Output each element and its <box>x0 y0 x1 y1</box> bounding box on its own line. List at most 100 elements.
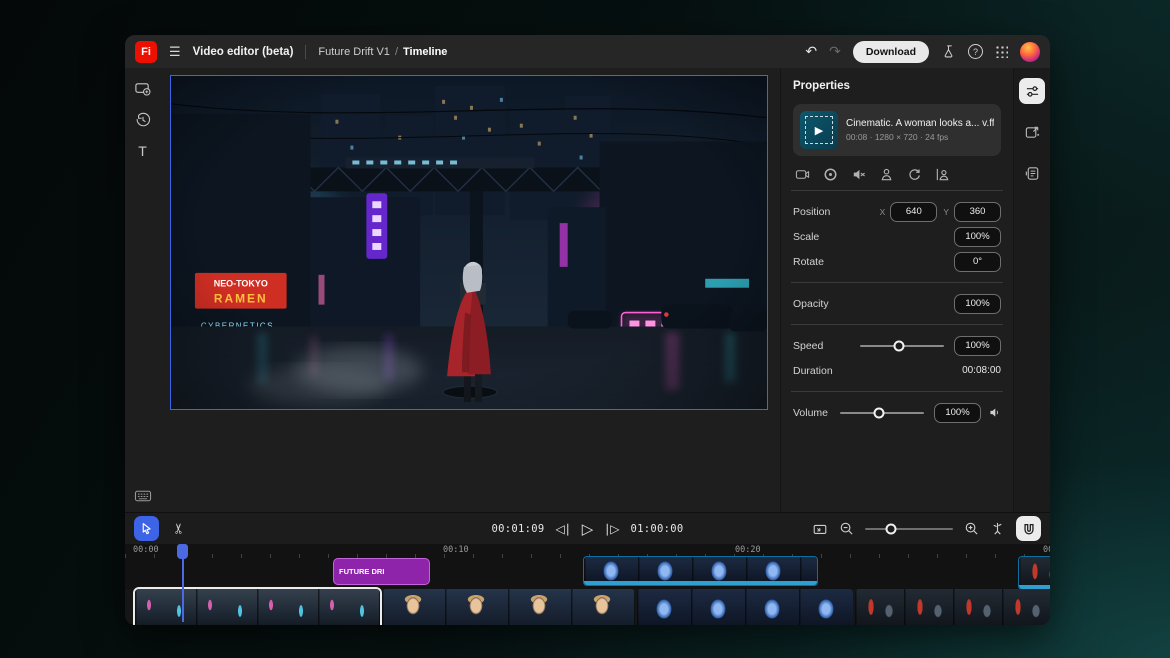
zoom-in-icon[interactable] <box>964 521 979 536</box>
export-frame-button[interactable] <box>1019 119 1045 145</box>
divider <box>791 282 1003 283</box>
video-clip-1[interactable] <box>135 589 380 625</box>
left-toolbar: T <box>125 68 160 512</box>
position-label: Position <box>793 206 874 218</box>
volume-input[interactable] <box>934 403 981 423</box>
overlay-clip-audio-bar <box>584 581 817 585</box>
account-avatar[interactable] <box>1020 42 1040 62</box>
clip-thumbnail: ▶ <box>800 111 838 149</box>
skip-forward-button[interactable]: ∣▷ <box>604 522 619 536</box>
firefly-logo[interactable]: Fi <box>135 41 157 63</box>
breadcrumb-view: Timeline <box>403 46 447 58</box>
clip-name: Cinematic. A woman looks a... v.ffgenvid <box>846 118 994 129</box>
position-row: Position X Y <box>793 199 1001 224</box>
beta-flask-icon[interactable] <box>941 44 956 59</box>
timeline-toolbar: ✂ 00:01:09 ◁∣ ▷ ∣▷ 01:00:00 <box>125 512 1050 544</box>
help-icon[interactable]: ? <box>968 44 983 59</box>
top-bar: Fi ☰ Video editor (beta) Future Drift V1… <box>125 35 1050 68</box>
speed-input[interactable] <box>954 336 1001 356</box>
split-scissors-icon[interactable]: ✂ <box>170 523 187 535</box>
rotate-row: Rotate <box>793 249 1001 274</box>
hamburger-menu-icon[interactable]: ☰ <box>169 44 181 60</box>
person-duration-icon[interactable] <box>879 167 894 182</box>
speed-row: Speed <box>793 333 1001 358</box>
ruler-label: 00:30 <box>1043 545 1050 555</box>
rotate-label: Rotate <box>793 256 954 268</box>
position-y-input[interactable] <box>954 202 1001 222</box>
redo-icon[interactable]: ↷ <box>829 43 841 60</box>
add-media-icon[interactable] <box>134 80 151 97</box>
ruler-label: 00:10 <box>443 545 469 555</box>
timeline-zoom-controls <box>812 516 1041 541</box>
opacity-row: Opacity <box>793 291 1001 316</box>
divider <box>791 190 1003 191</box>
timeline-zoom-slider[interactable] <box>865 528 953 530</box>
cursor-icon <box>140 522 153 535</box>
video-clip-4[interactable] <box>855 589 1050 625</box>
breadcrumb-project[interactable]: Future Drift V1 <box>318 46 390 58</box>
divider <box>305 45 306 59</box>
ruler-label: 00:00 <box>133 545 159 555</box>
title-text-clip[interactable]: FUTURE DRI <box>333 558 430 585</box>
divider <box>791 391 1003 392</box>
video-preview[interactable]: NEO-TOKYO RAMEN CYBERNETICS <box>170 75 768 410</box>
playhead-handle[interactable] <box>177 544 188 559</box>
keyboard-shortcuts-icon[interactable] <box>134 490 151 502</box>
scale-label: Scale <box>793 231 954 243</box>
timeline-area[interactable]: 00:00 00:10 00:20 00:30 FUTURE DRI <box>125 544 1050 625</box>
export-frame-icon <box>1024 124 1041 141</box>
reference-person-icon[interactable] <box>935 167 950 182</box>
select-tool-button[interactable] <box>134 516 159 541</box>
right-toolbar <box>1013 68 1050 512</box>
volume-slider[interactable] <box>840 412 924 414</box>
fit-timeline-icon[interactable] <box>812 521 828 537</box>
duration-value: 00:08:00 <box>962 365 1001 376</box>
properties-panel-button[interactable] <box>1019 78 1045 104</box>
split-playhead-icon[interactable] <box>990 521 1005 536</box>
selected-clip-card[interactable]: ▶ Cinematic. A woman looks a... v.ffgenv… <box>793 104 1001 156</box>
download-button[interactable]: Download <box>853 41 929 63</box>
speed-slider-knob[interactable] <box>894 340 905 351</box>
speaker-icon[interactable] <box>988 406 1001 419</box>
duration-label: Duration <box>793 365 962 377</box>
video-clip-3[interactable] <box>637 589 853 625</box>
app-window: Fi ☰ Video editor (beta) Future Drift V1… <box>125 35 1050 625</box>
clip-play-icon: ▶ <box>800 111 838 149</box>
zoom-out-icon[interactable] <box>839 521 854 536</box>
volume-label: Volume <box>793 407 840 419</box>
mute-audio-icon[interactable] <box>851 167 866 182</box>
play-button[interactable]: ▷ <box>582 520 594 538</box>
timeline-zoom-knob[interactable] <box>886 523 897 534</box>
ruler-label: 00:20 <box>735 545 761 555</box>
properties-panel: Properties ▶ Cinematic. A woman looks a.… <box>780 68 1013 512</box>
clip-info: 00:08 · 1280 × 720 · 24 fps <box>846 132 994 142</box>
title-text-clip-label: FUTURE DRI <box>339 567 384 576</box>
aperture-icon[interactable] <box>823 167 838 182</box>
text-tool-icon[interactable]: T <box>138 143 147 159</box>
snap-toggle-button[interactable] <box>1016 516 1041 541</box>
position-x-input[interactable] <box>890 202 937 222</box>
skip-back-button[interactable]: ◁∣ <box>555 522 570 536</box>
speed-slider[interactable] <box>860 345 944 347</box>
duration-row: Duration 00:08:00 <box>793 358 1001 383</box>
history-clock-icon[interactable] <box>135 112 151 128</box>
volume-row: Volume <box>793 400 1001 425</box>
adjust-sliders-icon <box>1025 84 1040 99</box>
opacity-input[interactable] <box>954 294 1001 314</box>
undo-icon[interactable]: ↶ <box>805 43 817 60</box>
volume-slider-knob[interactable] <box>874 407 885 418</box>
app-title: Video editor (beta) <box>193 46 294 58</box>
current-time: 00:01:09 <box>492 523 545 535</box>
overlay-video-clip-2[interactable] <box>1018 556 1050 590</box>
y-axis-label: Y <box>943 207 949 217</box>
overlay-video-clip[interactable] <box>583 556 818 586</box>
audio-notes-button[interactable] <box>1019 160 1045 186</box>
camera-icon[interactable] <box>795 167 810 182</box>
video-clip-2[interactable] <box>382 589 635 625</box>
scale-input[interactable] <box>954 227 1001 247</box>
regenerate-icon[interactable] <box>907 167 922 182</box>
speed-label: Speed <box>793 340 860 352</box>
apps-grid-icon[interactable] <box>995 45 1008 58</box>
rotate-input[interactable] <box>954 252 1001 272</box>
scale-row: Scale <box>793 224 1001 249</box>
